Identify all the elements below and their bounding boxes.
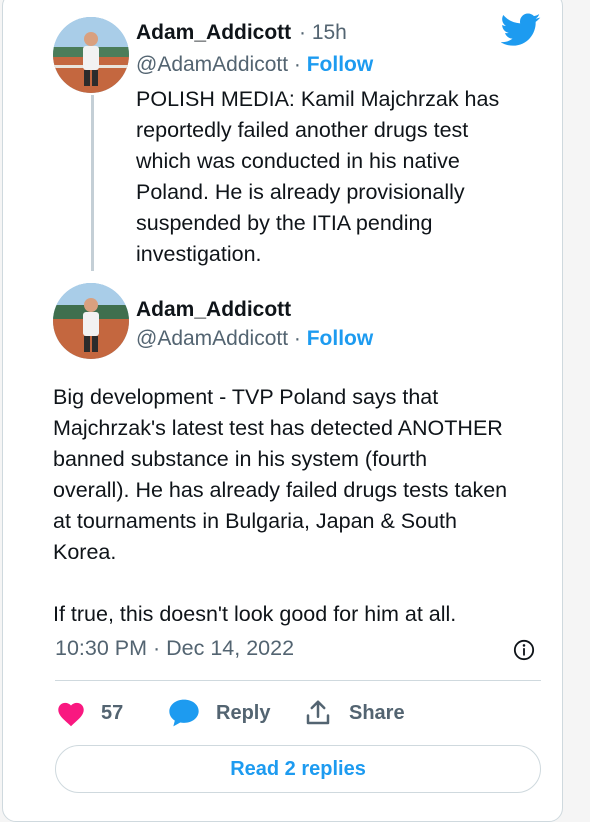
avatar[interactable] [53, 17, 129, 93]
tweet-text-line: Korea. [53, 540, 117, 564]
read-replies-button[interactable]: Read 2 replies [55, 745, 541, 793]
display-name[interactable]: Adam_Addicott [136, 21, 291, 45]
tweet-text-line: banned substance in his system (fourth [53, 447, 428, 471]
tweet-text-line: at tournaments in Bulgaria, Japan & Sout… [53, 509, 457, 533]
tweet-text-line: reportedly failed another drugs test [136, 118, 469, 142]
follow-button[interactable]: Follow [307, 53, 374, 76]
handle-row: @AdamAddicott · Follow [136, 327, 374, 350]
twitter-bird-icon[interactable] [501, 13, 541, 47]
share-label: Share [349, 701, 405, 724]
reply-button[interactable]: Reply [168, 696, 270, 730]
tweet-text-line: POLISH MEDIA: Kamil Majchrzak has [136, 87, 500, 111]
share-button[interactable]: Share [303, 696, 405, 730]
tweet-card: Adam_Addicott · 15h @AdamAddicott · Foll… [2, 0, 563, 822]
info-icon[interactable] [513, 639, 535, 661]
tweet-text-line: Big development - TVP Poland says that [53, 385, 439, 409]
tweet-text-line: If true, this doesn't look good for him … [53, 602, 457, 626]
avatar[interactable] [53, 283, 129, 359]
tweet-text-line: investigation. [136, 242, 262, 266]
handle[interactable]: @AdamAddicott [136, 53, 288, 76]
share-icon [306, 700, 330, 725]
tweet-time-value: 15h [311, 21, 347, 44]
read-replies-label: Read 2 replies [230, 757, 366, 780]
timestamp-link[interactable]: 10:30 PM · Dec 14, 2022 [55, 636, 294, 661]
display-name[interactable]: Adam_Addicott [136, 298, 291, 322]
handle[interactable]: @AdamAddicott [136, 327, 288, 350]
tweet-text: Big development - TVP Poland says that M… [53, 382, 507, 630]
tweet-text-line: Poland. He is already provisionally [136, 180, 465, 204]
tweet-text-line: suspended by the ITIA pending [136, 211, 433, 235]
like-button[interactable]: 57 [55, 696, 123, 730]
tweet-time[interactable]: · 15h [299, 21, 347, 45]
tweet-text-line: which was conducted in his native [136, 149, 460, 173]
tweet-text: POLISH MEDIA: Kamil Majchrzak has report… [136, 84, 499, 270]
divider [55, 680, 541, 681]
like-count: 57 [101, 701, 124, 724]
tweet-text-line: overall). He has already failed drugs te… [53, 478, 508, 502]
thread-line [91, 95, 94, 271]
reply-bubble-icon [169, 699, 199, 727]
tweet-text-line: Majchrzak's latest test has detected ANO… [53, 416, 503, 440]
heart-icon [58, 702, 84, 727]
follow-button[interactable]: Follow [307, 327, 374, 350]
reply-label: Reply [216, 701, 271, 724]
handle-row: @AdamAddicott · Follow [136, 53, 374, 76]
